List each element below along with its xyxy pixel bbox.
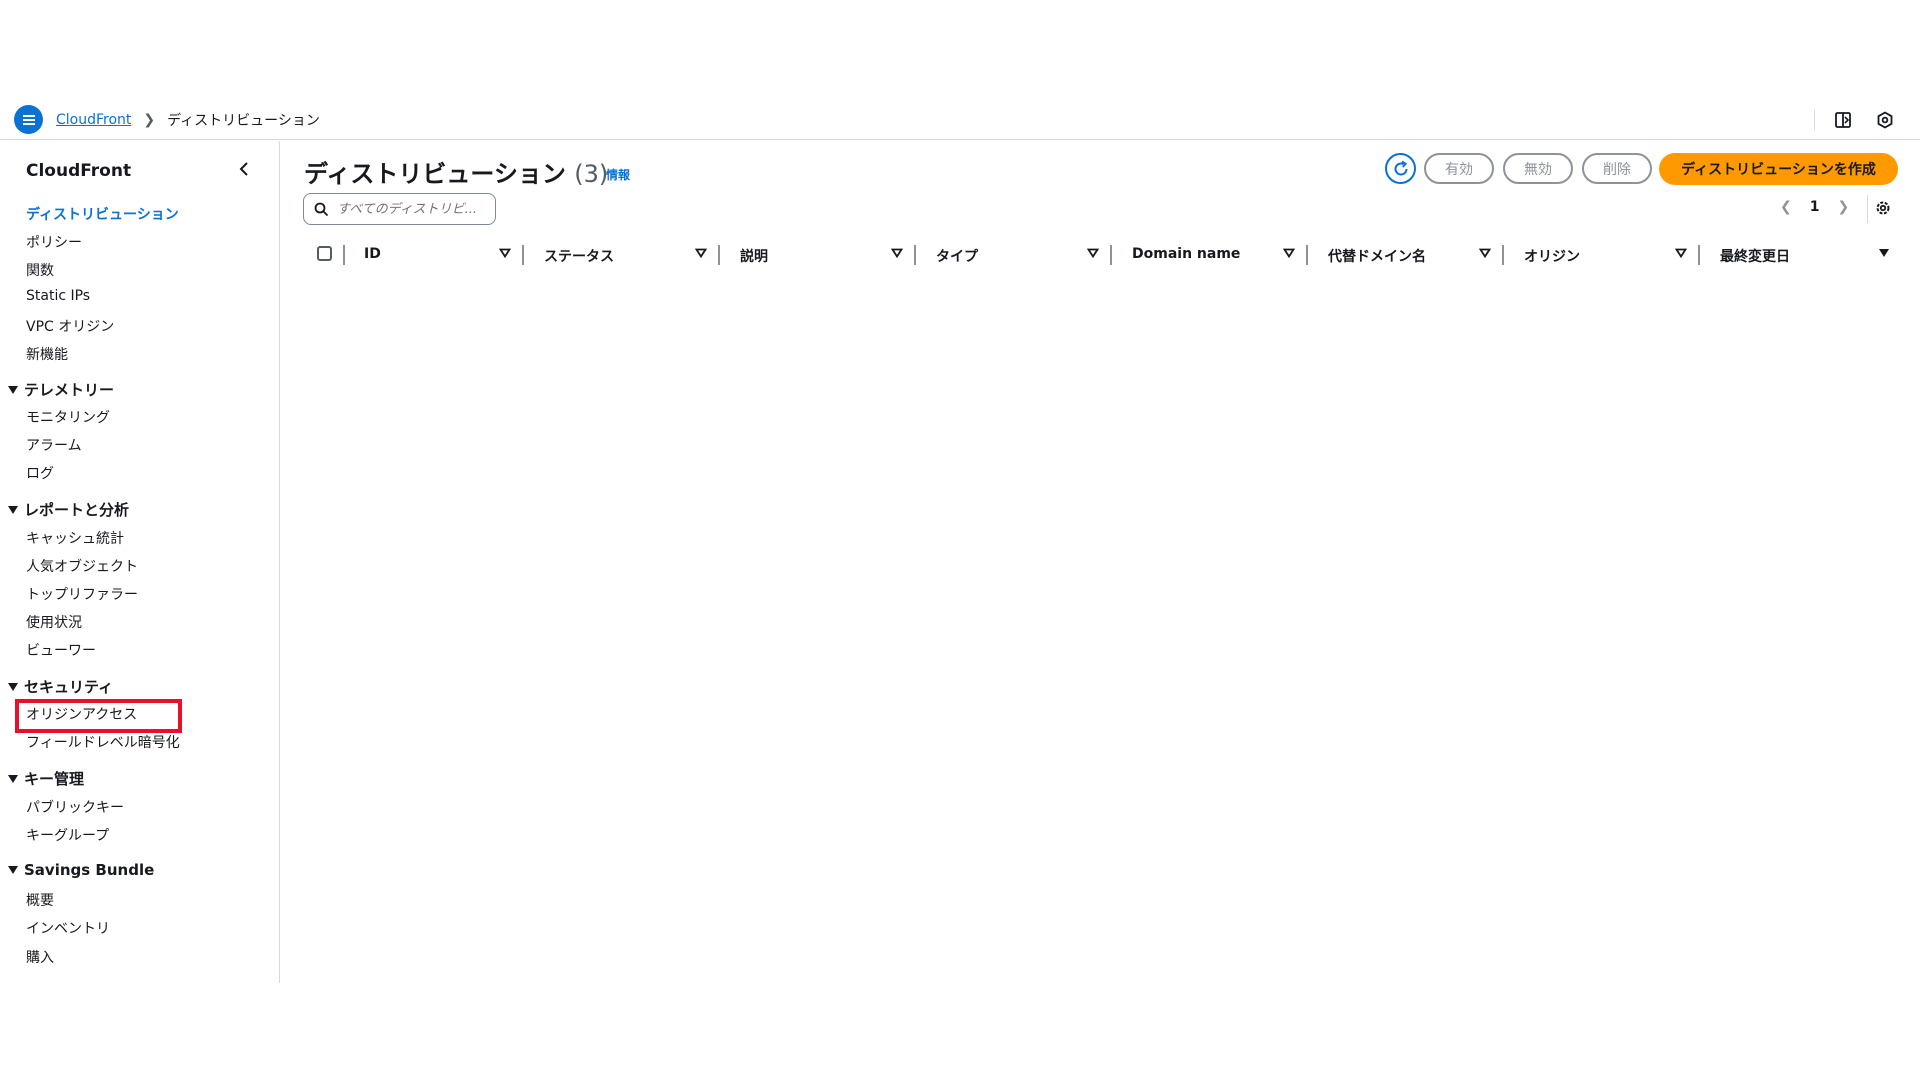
sidebar-item-static-ips[interactable]: Static IPs xyxy=(26,288,90,304)
column-header-description[interactable]: 説明 xyxy=(740,246,768,266)
sidebar-section-key-management[interactable]: キー管理 xyxy=(8,768,84,789)
disable-button[interactable]: 無効 xyxy=(1503,153,1573,184)
sort-icon[interactable] xyxy=(695,248,707,258)
delete-button[interactable]: 削除 xyxy=(1582,153,1652,184)
table-header: ID ステータス 説明 タイプ Domain name 代替ドメイン名 オリジン… xyxy=(303,240,1903,270)
sidebar-item-key-groups[interactable]: キーグループ xyxy=(26,825,109,845)
sort-icon[interactable] xyxy=(1283,248,1295,258)
sidebar-section-label: レポートと分析 xyxy=(24,501,130,519)
sort-icon[interactable] xyxy=(1087,248,1099,258)
sidebar-section-label: テレメトリー xyxy=(24,381,115,399)
sidebar-section-label: キー管理 xyxy=(24,770,85,788)
column-separator xyxy=(914,245,916,265)
column-header-status[interactable]: ステータス xyxy=(544,246,614,266)
column-header-origin[interactable]: オリジン xyxy=(1524,246,1580,266)
sidebar-item-popular-objects[interactable]: 人気オブジェクト xyxy=(26,556,138,576)
select-all-checkbox[interactable] xyxy=(317,246,332,261)
caret-down-icon xyxy=(8,682,18,691)
divider xyxy=(1814,110,1815,130)
table-settings-gear-icon[interactable] xyxy=(1874,199,1892,221)
column-separator xyxy=(1502,245,1504,265)
caret-down-icon xyxy=(8,505,18,514)
sidebar-item-distributions[interactable]: ディストリビューション xyxy=(26,204,179,224)
chevron-right-icon: ❯ xyxy=(143,112,156,128)
highlight-annotation-box xyxy=(15,699,182,733)
sidebar-item-public-keys[interactable]: パブリックキー xyxy=(26,797,124,817)
sidebar-item-functions[interactable]: 関数 xyxy=(26,260,54,280)
sort-icon[interactable] xyxy=(891,248,903,258)
column-separator xyxy=(522,245,524,265)
top-navigation-bar: CloudFront ❯ ディストリビューション xyxy=(0,100,1920,140)
previous-page-icon[interactable]: ❮ xyxy=(1780,199,1792,215)
create-distribution-button[interactable]: ディストリビューションを作成 xyxy=(1659,153,1898,185)
sort-icon[interactable] xyxy=(1675,248,1687,258)
sidebar-item-overview[interactable]: 概要 xyxy=(26,890,54,910)
sidebar-title: CloudFront xyxy=(26,161,132,181)
info-link[interactable]: 情報 xyxy=(606,166,630,183)
sidebar-item-policies[interactable]: ポリシー xyxy=(26,232,82,252)
sort-descending-icon[interactable] xyxy=(1878,248,1890,258)
caret-down-icon xyxy=(8,774,18,783)
side-navigation: CloudFront ディストリビューション ポリシー 関数 Static IP… xyxy=(0,141,280,983)
sidebar-section-security[interactable]: セキュリティ xyxy=(8,676,113,697)
next-page-icon[interactable]: ❯ xyxy=(1837,199,1849,215)
sidebar-item-alarms[interactable]: アラーム xyxy=(26,435,82,455)
column-header-domain-name[interactable]: Domain name xyxy=(1132,246,1240,262)
sidebar-item-monitoring[interactable]: モニタリング xyxy=(26,407,110,427)
caret-down-icon xyxy=(8,385,18,394)
menu-icon[interactable] xyxy=(14,105,43,134)
split-panel-icon[interactable] xyxy=(1814,109,1854,131)
sidebar-item-usage[interactable]: 使用状況 xyxy=(26,612,82,632)
page-title: ディストリビューション (3) xyxy=(304,154,608,189)
sidebar-item-logs[interactable]: ログ xyxy=(26,463,54,483)
caret-down-icon xyxy=(8,866,18,874)
collapse-sidebar-icon[interactable] xyxy=(238,161,250,181)
sidebar-section-label: Savings Bundle xyxy=(24,861,155,879)
sidebar-item-whats-new[interactable]: 新機能 xyxy=(26,344,68,364)
search-icon xyxy=(314,202,329,216)
sidebar-section-label: セキュリティ xyxy=(24,678,114,696)
sort-icon[interactable] xyxy=(499,248,511,258)
column-header-id[interactable]: ID xyxy=(364,246,381,262)
sidebar-item-cache-statistics[interactable]: キャッシュ統計 xyxy=(26,528,124,548)
current-page-number[interactable]: 1 xyxy=(1810,199,1820,215)
sidebar-item-top-referrers[interactable]: トップリファラー xyxy=(26,584,138,604)
sort-icon[interactable] xyxy=(1479,248,1491,258)
refresh-icon xyxy=(1394,160,1407,175)
sidebar-item-viewers[interactable]: ビューワー xyxy=(26,640,96,660)
divider xyxy=(1867,195,1868,223)
column-separator xyxy=(1698,245,1700,265)
breadcrumb-current: ディストリビューション xyxy=(167,113,320,129)
column-header-type[interactable]: タイプ xyxy=(936,246,978,266)
search-input[interactable] xyxy=(337,201,482,217)
breadcrumb-link-cloudfront[interactable]: CloudFront xyxy=(56,112,131,128)
sidebar-item-purchase[interactable]: 購入 xyxy=(26,947,54,967)
column-header-alternate-domain[interactable]: 代替ドメイン名 xyxy=(1328,246,1426,266)
column-header-last-modified[interactable]: 最終変更日 xyxy=(1720,246,1790,266)
column-separator xyxy=(718,245,720,265)
page-title-text: ディストリビューション xyxy=(304,160,566,188)
search-box[interactable] xyxy=(303,193,496,225)
sidebar-item-field-level-encryption[interactable]: フィールドレベル暗号化 xyxy=(26,732,180,752)
sidebar-section-savings-bundle[interactable]: Savings Bundle xyxy=(8,861,154,879)
refresh-button[interactable] xyxy=(1385,153,1416,184)
sidebar-item-vpc-origins[interactable]: VPC オリジン xyxy=(26,316,114,336)
distribution-count: (3) xyxy=(574,160,609,188)
column-separator xyxy=(1110,245,1112,265)
settings-hex-icon[interactable] xyxy=(1874,109,1896,131)
sidebar-section-reports[interactable]: レポートと分析 xyxy=(8,499,129,520)
top-right-tools xyxy=(1814,109,1896,131)
sidebar-section-telemetry[interactable]: テレメトリー xyxy=(8,379,114,400)
pagination: ❮ 1 ❯ xyxy=(1780,199,1849,215)
breadcrumb: CloudFront ❯ ディストリビューション xyxy=(56,110,320,130)
column-separator xyxy=(343,245,345,265)
enable-button[interactable]: 有効 xyxy=(1424,153,1494,184)
sidebar-item-inventory[interactable]: インベントリ xyxy=(26,918,110,938)
column-separator xyxy=(1306,245,1308,265)
